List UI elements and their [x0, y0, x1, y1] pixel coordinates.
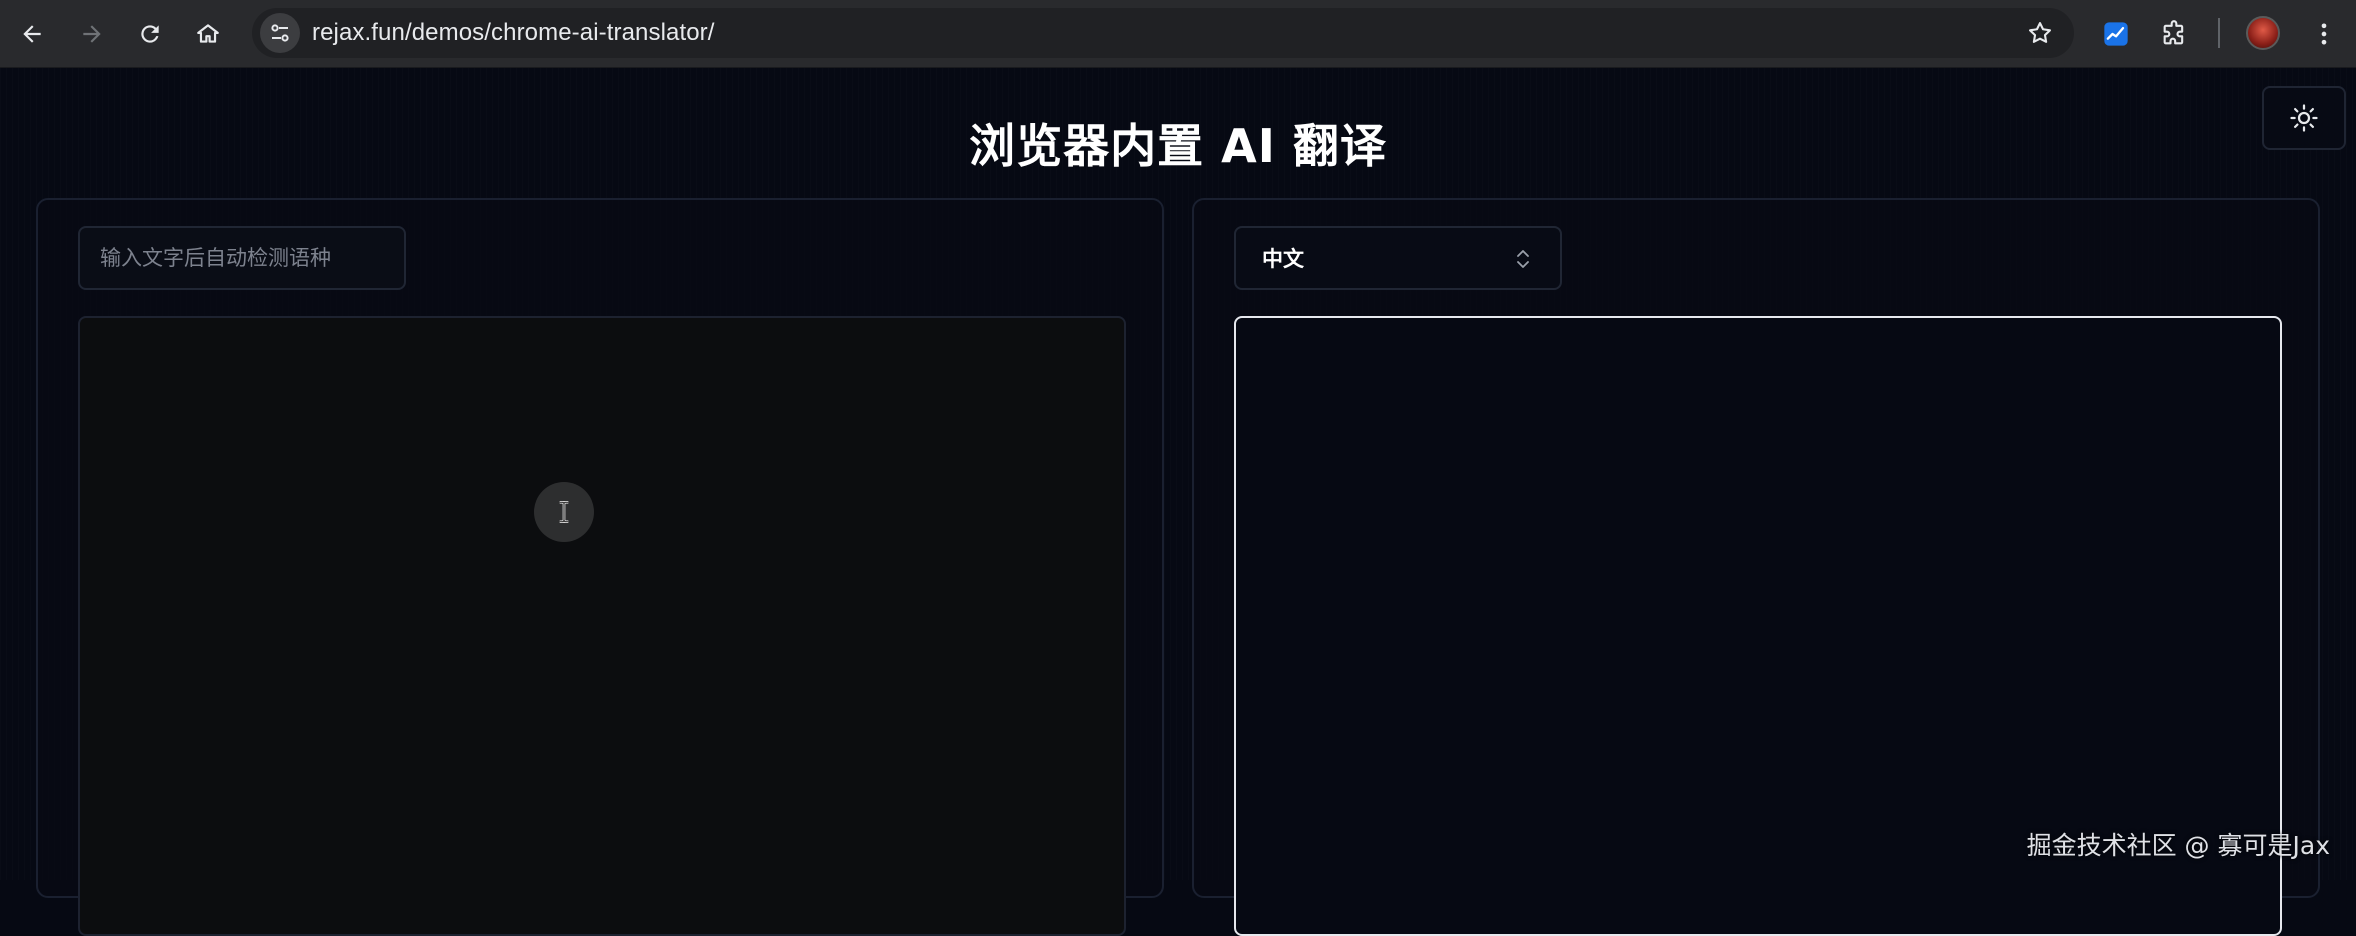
- reload-button[interactable]: [130, 14, 170, 54]
- theme-toggle-button[interactable]: [2262, 86, 2346, 150]
- reload-icon: [141, 25, 159, 43]
- puzzle-icon: [2163, 20, 2184, 45]
- extension-button[interactable]: [2096, 14, 2136, 54]
- forward-button[interactable]: [72, 14, 112, 54]
- watermark: 掘金技术社区 @ 寡可是Jax: [2026, 831, 2330, 860]
- extensions-button[interactable]: [2154, 14, 2194, 54]
- site-info-button[interactable]: [260, 13, 300, 53]
- target-language-select[interactable]: 中文: [1234, 226, 1562, 290]
- toolbar-separator: [2218, 18, 2220, 48]
- target-language-label: 中文: [1262, 247, 1304, 271]
- tune-icon: [271, 24, 289, 42]
- sun-icon: [2290, 104, 2318, 132]
- arrow-left-icon: [23, 25, 41, 43]
- chart-icon: [2104, 22, 2128, 46]
- page-body: 浏览器内置 AI 翻译 输入文字后自动检测语种 中文 掘金技术社区 @ 寡可是J…: [0, 68, 2356, 936]
- browser-toolbar: rejax.fun/demos/chrome-ai-translator/: [0, 0, 2356, 68]
- home-button[interactable]: [188, 14, 228, 54]
- target-panel: 中文: [1192, 198, 2320, 936]
- back-button[interactable]: [12, 14, 52, 54]
- text-cursor-icon: [534, 482, 594, 542]
- star-icon: [2029, 22, 2051, 43]
- arrow-right-icon: [83, 25, 101, 43]
- home-icon: [197, 24, 219, 43]
- url-text[interactable]: rejax.fun/demos/chrome-ai-translator/: [312, 8, 715, 58]
- kebab-menu-icon: [2321, 23, 2327, 45]
- source-panel: 输入文字后自动检测语种: [36, 198, 1164, 936]
- address-bar[interactable]: rejax.fun/demos/chrome-ai-translator/: [252, 8, 2074, 58]
- bookmark-button[interactable]: [2024, 17, 2056, 49]
- source-text-input[interactable]: [78, 316, 1126, 936]
- detected-language-field: 输入文字后自动检测语种: [78, 226, 406, 290]
- profile-avatar[interactable]: [2246, 16, 2280, 50]
- chevron-up-down-icon: [1517, 250, 1529, 268]
- page-title: 浏览器内置 AI 翻译: [969, 119, 1387, 173]
- browser-menu-button[interactable]: [2304, 14, 2344, 54]
